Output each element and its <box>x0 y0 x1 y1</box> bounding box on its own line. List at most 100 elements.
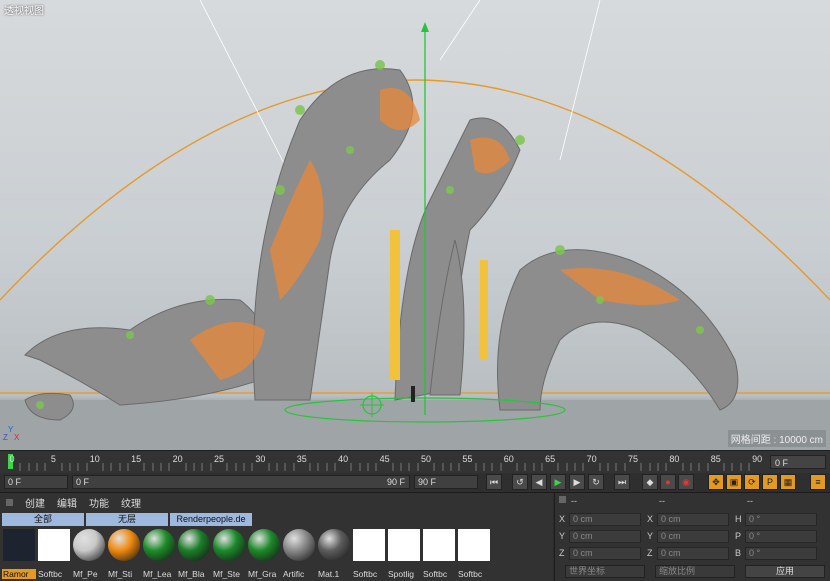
material-list: Ramor Softbc Mf_Pe Mf_Sti Mf_Lea Mf_Bla Mf_Ste… <box>2 529 491 579</box>
material-item[interactable]: Artific <box>282 529 316 579</box>
rotation-axis-label: H <box>735 514 742 524</box>
timeline-minor-tick <box>392 463 394 471</box>
material-item[interactable]: Mf_Ste <box>212 529 246 579</box>
material-preview <box>3 529 35 561</box>
goto-end-button[interactable]: ⏭ <box>614 474 630 490</box>
start-frame-field[interactable]: 0 F <box>4 475 68 489</box>
loop-icon[interactable]: ↺ <box>512 474 528 490</box>
timeline-minor-tick <box>516 463 518 471</box>
material-label: Softbc <box>458 569 483 579</box>
menu-edit[interactable]: 编辑 <box>57 495 77 510</box>
coordinates-manager: -- -- -- X0 cm X 0 cm H 0 ° Y 0 cm Y 0 cm P 0 ° Z 0 … <box>554 493 830 581</box>
scale-key-icon[interactable]: ▣ <box>726 474 742 490</box>
autokey-button[interactable]: ◉ <box>678 474 694 490</box>
grid-key-icon[interactable]: ▦ <box>780 474 796 490</box>
timeline-minor-tick <box>640 463 642 471</box>
timeline-minor-tick <box>235 463 237 471</box>
rotation-axis-label: B <box>735 548 742 558</box>
timeline-minor-tick <box>690 463 692 471</box>
scale-value-field[interactable]: 0 cm <box>657 530 729 543</box>
goto-start-button[interactable]: ⏮ <box>486 474 502 490</box>
timeline-tick-label: 30 <box>255 454 266 464</box>
param-key-icon[interactable]: P <box>762 474 778 490</box>
material-item[interactable]: Mf_Lea <box>142 529 176 579</box>
rotation-value-field[interactable]: 0 ° <box>745 513 817 526</box>
material-item[interactable]: Ramor <box>2 529 36 579</box>
move-key-icon[interactable]: ✥ <box>708 474 724 490</box>
rotate-key-icon[interactable]: ⟳ <box>744 474 760 490</box>
coordinate-system-dropdown[interactable]: 世界坐标 <box>565 565 645 578</box>
timeline-minor-tick <box>326 463 328 471</box>
record-button[interactable]: ● <box>660 474 676 490</box>
apply-button[interactable]: 应用 <box>745 565 825 578</box>
material-item[interactable]: Softbc <box>37 529 71 579</box>
scale-header: -- <box>659 496 665 506</box>
material-item[interactable]: Softbc <box>457 529 491 579</box>
timeline-tick-label: 50 <box>420 454 432 464</box>
timeline-ruler[interactable]: 0 F 0 5 10 15 20 25 30 35 40 45 50 55 60 65 70 75 80 85 90 <box>0 450 830 473</box>
timeline-tick-label: 40 <box>338 454 349 464</box>
timeline-tick-label: 45 <box>379 454 390 464</box>
perspective-viewport[interactable]: 透视视图 Y Z X 网格间距 : 10000 cm <box>0 0 830 450</box>
position-value-field[interactable]: 0 cm <box>569 513 641 526</box>
redo-loop-icon[interactable]: ↻ <box>588 474 604 490</box>
timeline-minor-tick <box>44 463 46 471</box>
position-axis-label: Z <box>559 548 565 558</box>
material-preview <box>388 529 420 561</box>
end-frame-field[interactable]: 90 F <box>414 475 478 489</box>
material-label: Softbc <box>38 569 63 579</box>
timeline-minor-tick <box>185 463 187 471</box>
prev-frame-button[interactable]: ◀ <box>531 474 547 490</box>
timeline-minor-tick <box>375 463 377 471</box>
position-value-field[interactable]: 0 cm <box>569 530 641 543</box>
menu-texture[interactable]: 纹理 <box>121 495 141 510</box>
menu-create[interactable]: 创建 <box>25 495 45 510</box>
menu-function[interactable]: 功能 <box>89 495 109 510</box>
timeline-tick-label: 0 <box>9 454 15 464</box>
material-item[interactable]: Mf_Bla <box>177 529 211 579</box>
material-preview <box>283 529 315 561</box>
current-frame-field[interactable]: 0 F <box>770 455 826 469</box>
material-preview <box>213 529 245 561</box>
material-item[interactable]: Spotlig <box>387 529 421 579</box>
timeline-tick-label: 65 <box>545 454 556 464</box>
grid-distance-label: 网格间距 : 10000 cm <box>727 430 826 447</box>
play-button[interactable]: ▶ <box>550 474 566 490</box>
scale-value-field[interactable]: 0 cm <box>657 547 729 560</box>
tab-all[interactable]: 全部 <box>2 513 84 526</box>
axis-z-label: Z <box>3 433 8 442</box>
timeline-minor-tick <box>19 463 21 471</box>
material-item[interactable]: Softbc <box>352 529 386 579</box>
material-item[interactable]: Mf_Gra <box>247 529 281 579</box>
scale-mode-dropdown[interactable]: 缩放比例 <box>655 565 735 578</box>
timeline-minor-tick <box>127 463 129 471</box>
material-item[interactable]: Mf_Sti <box>107 529 141 579</box>
material-item[interactable]: Softbc <box>422 529 456 579</box>
rotation-value-field[interactable]: 0 ° <box>745 547 817 560</box>
tab-no-layer[interactable]: 无层 <box>86 513 168 526</box>
timeline-minor-tick <box>541 463 543 471</box>
timeline-minor-tick <box>483 463 485 471</box>
position-header: -- <box>571 496 577 506</box>
timeline-tick-label: 55 <box>462 454 473 464</box>
material-label: Artific <box>283 569 305 579</box>
timeline-minor-tick <box>475 463 477 471</box>
material-manager: 创建 编辑 功能 纹理 全部 无层 Renderpeople.de Ramor S… <box>0 493 553 581</box>
tab-renderpeople[interactable]: Renderpeople.de <box>170 513 252 526</box>
material-item[interactable]: Mf_Pe <box>72 529 106 579</box>
timeline-menu-icon[interactable]: ≡ <box>810 474 826 490</box>
timeline-minor-tick <box>400 463 402 471</box>
key-icon[interactable]: ◆ <box>642 474 658 490</box>
viewport-title: 透视视图 <box>4 6 44 17</box>
timeline-minor-tick <box>682 463 684 471</box>
frame-range-slider[interactable]: 0 F 90 F <box>72 475 410 489</box>
rotation-value-field[interactable]: 0 ° <box>745 530 817 543</box>
material-label: Softbc <box>423 569 448 579</box>
next-frame-button[interactable]: ▶ <box>569 474 585 490</box>
timeline-minor-tick <box>28 463 30 471</box>
timeline-minor-tick <box>102 463 104 471</box>
material-item[interactable]: Mat.1 <box>317 529 351 579</box>
scale-value-field[interactable]: 0 cm <box>657 513 729 526</box>
position-value-field[interactable]: 0 cm <box>569 547 641 560</box>
timeline-tick-label: 80 <box>669 454 680 464</box>
